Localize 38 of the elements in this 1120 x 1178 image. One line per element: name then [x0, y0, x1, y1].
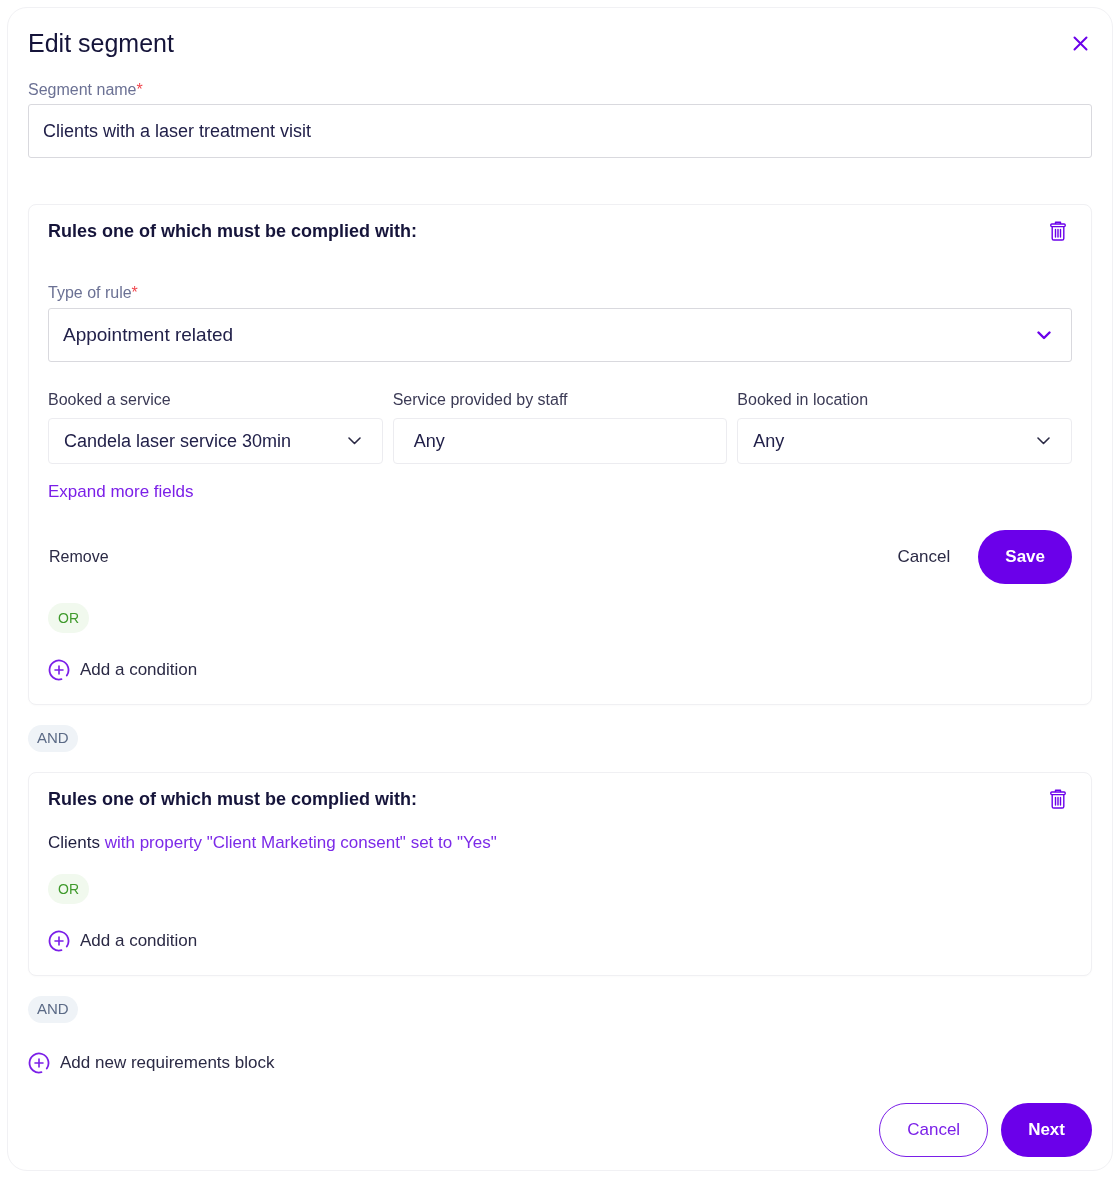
save-button[interactable]: Save [978, 530, 1072, 584]
text-field[interactable]: Any [392, 418, 728, 464]
block-title: Rules one of which must be complied with: [48, 788, 418, 811]
dropdown-field[interactable]: Any [737, 418, 1072, 464]
or-label: OR [48, 603, 89, 633]
and-label: AND [28, 996, 78, 1023]
trash-icon[interactable] [1050, 789, 1066, 809]
segment-name-field[interactable]: Clients with a laser treatment visit [28, 104, 1092, 158]
or-label: OR [48, 874, 89, 904]
rule-type-select[interactable]: Appointment related [48, 308, 1072, 362]
cancel-button[interactable]: Cancel [897, 530, 951, 584]
block-title: Rules one of which must be complied with: [48, 220, 418, 243]
close-icon[interactable] [1073, 35, 1088, 51]
dropdown-field[interactable]: Candela laser service 30min [48, 418, 383, 464]
dialog-title: Edit segment [28, 28, 174, 59]
plus-circle-icon [48, 659, 70, 681]
expand-more-fields-link[interactable]: Expand more fields [48, 480, 194, 504]
plus-circle-icon [48, 930, 70, 952]
plus-circle-icon [28, 1052, 50, 1074]
cancel-button[interactable]: Cancel [879, 1103, 989, 1157]
required-mark: * [131, 283, 138, 303]
condition-summary: Clients with property "Client Marketing consent" set to "Yes" [48, 832, 498, 854]
next-button[interactable]: Next [1001, 1103, 1092, 1157]
and-label: AND [28, 725, 78, 752]
remove-button[interactable]: Remove [49, 545, 109, 569]
trash-icon[interactable] [1050, 221, 1066, 241]
required-mark: * [136, 80, 143, 100]
field-label: Segment name [28, 80, 137, 100]
field-label: Service provided by staff [392, 390, 569, 410]
add-condition-button[interactable]: Add a condition [48, 658, 198, 682]
field-label: Booked in location [737, 390, 870, 410]
field-label: Type of rule [48, 283, 132, 303]
add-condition-button[interactable]: Add a condition [48, 929, 198, 953]
field-label: Booked a service [48, 390, 172, 410]
chevron-down-icon [347, 437, 361, 445]
chevron-down-icon [1037, 330, 1051, 340]
chevron-down-icon [1037, 437, 1050, 445]
add-block-button[interactable]: Add new requirements block [28, 1051, 275, 1075]
